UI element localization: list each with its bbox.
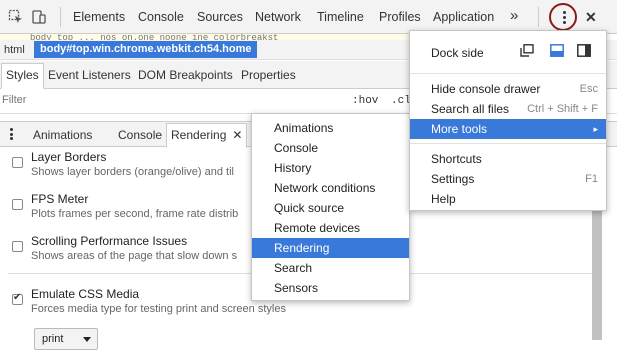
more-tools-submenu: Animations Console History Network condi…	[251, 113, 410, 301]
close-icon[interactable]: ✕	[232, 128, 242, 142]
menu-item-search-all-files[interactable]: Search all files Ctrl + Shift + F	[410, 99, 606, 119]
drawer-tab-animations[interactable]: Animations	[33, 128, 92, 142]
chevron-down-icon	[83, 337, 91, 342]
device-toolbar-icon[interactable]	[31, 9, 47, 25]
option-title: FPS Meter	[31, 192, 89, 206]
tab-application[interactable]: Application	[433, 10, 494, 24]
menu-item-label: Shortcuts	[431, 152, 482, 166]
menu-item-history[interactable]: History	[252, 158, 409, 178]
drawer-scrollbar[interactable]	[592, 200, 602, 340]
tab-styles[interactable]: Styles	[1, 63, 44, 89]
menu-item-settings[interactable]: Settings F1	[410, 169, 606, 189]
emulate-css-media-checkbox[interactable]	[12, 292, 23, 305]
menu-divider	[410, 143, 606, 144]
styles-filter-input[interactable]	[2, 94, 322, 106]
tab-properties[interactable]: Properties	[241, 68, 296, 82]
devtools-toolbar: Elements Console Sources Network Timelin…	[0, 0, 617, 34]
menu-item-label: More tools	[431, 122, 488, 136]
tab-profiles[interactable]: Profiles	[379, 10, 421, 24]
menu-item-search[interactable]: Search	[252, 258, 409, 278]
toolbar-divider	[538, 7, 539, 27]
tab-sources[interactable]: Sources	[197, 10, 243, 24]
undock-icon[interactable]	[520, 44, 534, 57]
tab-console[interactable]: Console	[138, 10, 184, 24]
menu-shortcut: Esc	[579, 83, 598, 95]
option-title: Emulate CSS Media	[31, 287, 140, 301]
toolbar-divider	[60, 7, 61, 27]
customize-menu: Dock side Hide console drawer Esc Search …	[409, 30, 607, 211]
option-title: Scrolling Performance Issues	[31, 234, 188, 248]
breadcrumb-selected-node[interactable]: body#top.win.chrome.webkit.ch54.home	[34, 41, 258, 58]
option-description: Shows layer borders (orange/olive) and t…	[31, 166, 234, 178]
close-devtools-button[interactable]: ✕	[585, 9, 597, 26]
layer-borders-checkbox[interactable]	[12, 157, 23, 168]
dock-bottom-icon[interactable]	[550, 44, 564, 57]
hover-state-toggle[interactable]: :hov	[352, 95, 378, 107]
menu-item-rendering[interactable]: Rendering	[252, 238, 409, 258]
tab-network[interactable]: Network	[255, 10, 301, 24]
tab-event-listeners[interactable]: Event Listeners	[48, 68, 131, 82]
drawer-tab-console[interactable]: Console	[118, 128, 162, 142]
menu-divider	[410, 73, 606, 74]
menu-item-console[interactable]: Console	[252, 138, 409, 158]
dock-side-label: Dock side	[431, 46, 484, 60]
menu-item-help[interactable]: Help	[410, 189, 606, 209]
submenu-arrow-icon: ▸	[593, 124, 598, 134]
tab-timeline[interactable]: Timeline	[317, 10, 364, 24]
menu-shortcut: Ctrl + Shift + F	[527, 103, 598, 115]
menu-item-animations[interactable]: Animations	[252, 118, 409, 138]
scrolling-issues-checkbox[interactable]	[12, 241, 23, 252]
menu-item-label: Help	[431, 192, 456, 206]
inspect-element-icon[interactable]	[8, 9, 24, 25]
css-media-value: print	[42, 333, 64, 345]
menu-item-network-conditions[interactable]: Network conditions	[252, 178, 409, 198]
class-toggle[interactable]: .cl	[391, 95, 411, 107]
option-description: Plots frames per second, frame rate dist…	[31, 208, 239, 220]
customize-menu-button[interactable]	[549, 3, 577, 31]
tab-dom-breakpoints[interactable]: DOM Breakpoints	[138, 68, 233, 82]
drawer-tab-rendering-label: Rendering	[171, 128, 227, 142]
css-media-select[interactable]: print	[34, 328, 98, 350]
dock-right-icon[interactable]	[577, 44, 591, 57]
menu-item-label: Hide console drawer	[431, 82, 541, 96]
more-vert-icon	[563, 11, 566, 24]
breadcrumb-html[interactable]: html	[4, 44, 25, 56]
drawer-menu-icon[interactable]	[10, 128, 13, 142]
menu-item-more-tools[interactable]: More tools ▸	[410, 119, 606, 139]
menu-item-quick-source[interactable]: Quick source	[252, 198, 409, 218]
menu-shortcut: F1	[585, 173, 598, 185]
more-tabs-button[interactable]: »	[510, 7, 518, 24]
menu-item-hide-console-drawer[interactable]: Hide console drawer Esc	[410, 79, 606, 99]
tab-elements[interactable]: Elements	[73, 10, 125, 24]
option-title: Layer Borders	[31, 150, 107, 164]
menu-item-label: Settings	[431, 172, 475, 186]
menu-item-remote-devices[interactable]: Remote devices	[252, 218, 409, 238]
menu-item-label: Search all files	[431, 102, 510, 116]
menu-item-sensors[interactable]: Sensors	[252, 278, 409, 298]
fps-meter-checkbox[interactable]	[12, 199, 23, 210]
drawer-tab-rendering[interactable]: Rendering ✕	[166, 123, 248, 148]
option-description: Shows areas of the page that slow down s	[31, 250, 238, 262]
option-description: Forces media type for testing print and …	[31, 303, 286, 315]
menu-item-shortcuts[interactable]: Shortcuts	[410, 149, 606, 169]
